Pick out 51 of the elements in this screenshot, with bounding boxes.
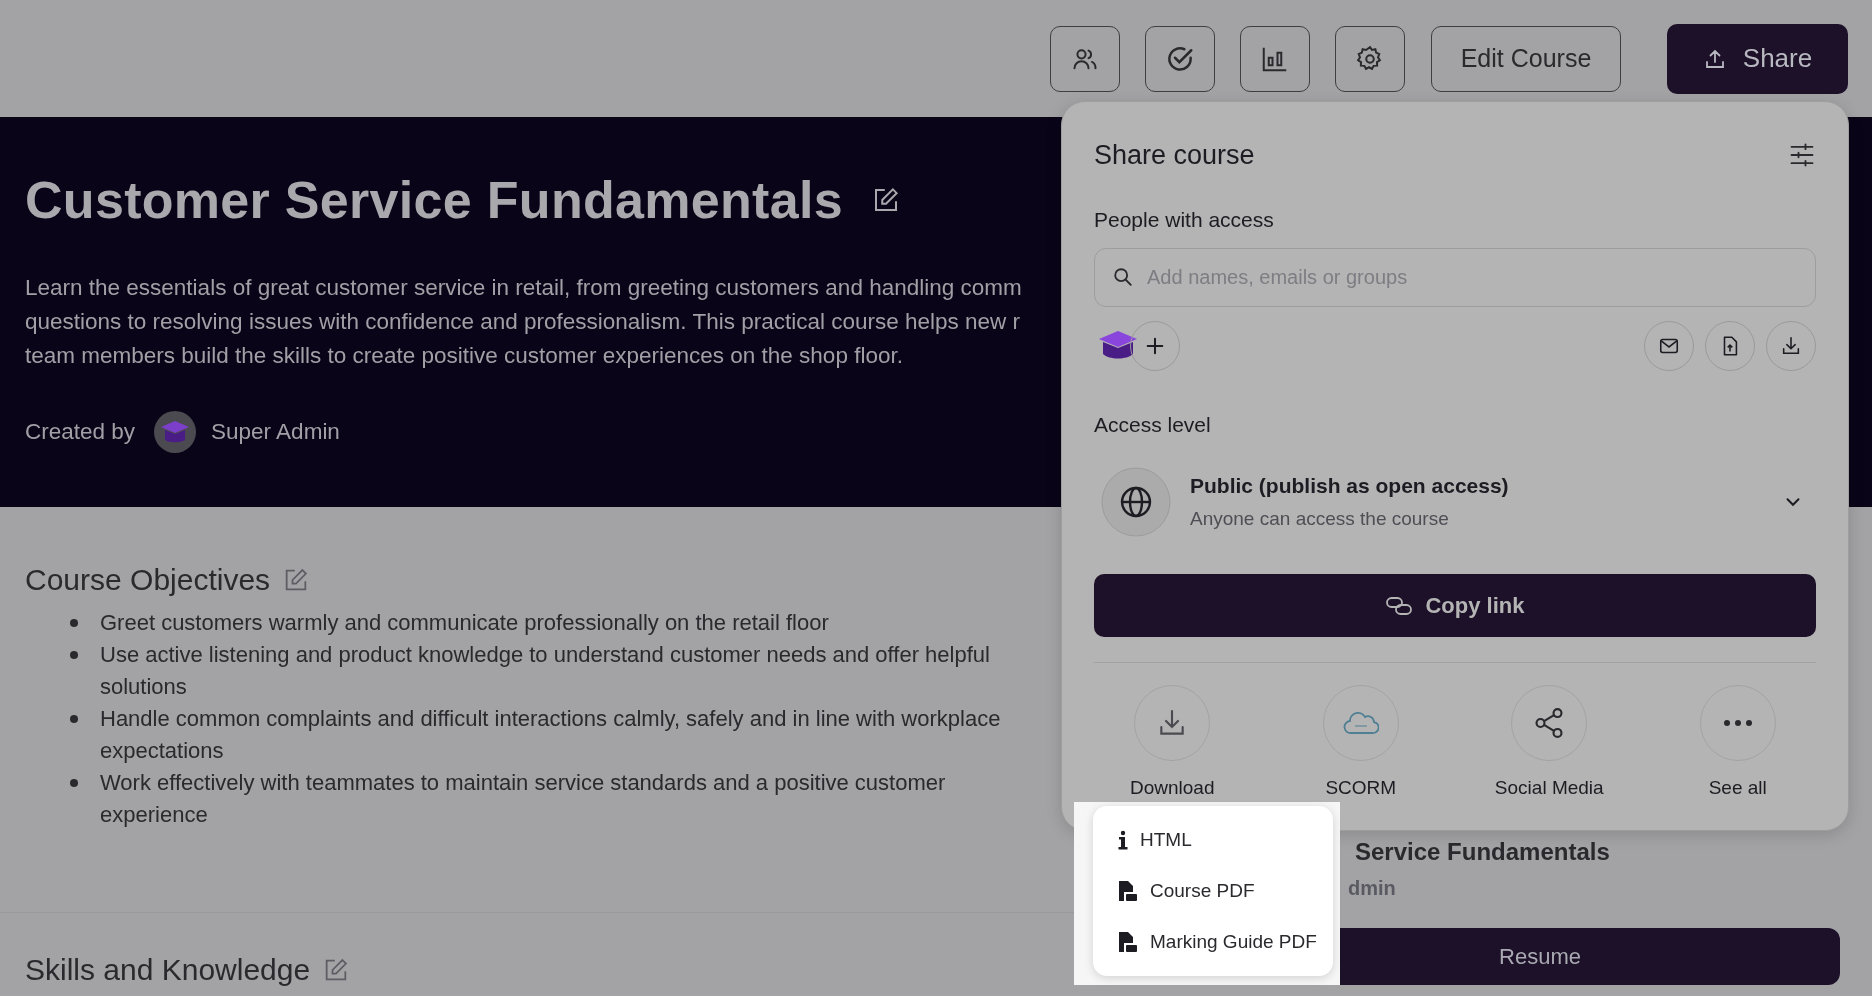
- option-label: See all: [1708, 776, 1767, 800]
- info-icon: [1118, 829, 1128, 850]
- created-by-label: Created by: [25, 419, 136, 445]
- copy-link-button[interactable]: Copy link: [1094, 574, 1816, 637]
- more-icon: [1722, 719, 1753, 727]
- author-name: Super Admin: [211, 419, 340, 445]
- section-heading: Skills and Knowledge: [25, 953, 311, 987]
- email-button[interactable]: [1644, 321, 1694, 371]
- pdf-file-icon: [1118, 879, 1138, 902]
- download-button[interactable]: [1766, 321, 1816, 371]
- search-icon: [1112, 266, 1134, 288]
- people-heading: People with access: [1094, 207, 1275, 233]
- cloud-icon: [1342, 710, 1379, 736]
- access-subtitle: Anyone can access the course: [1190, 507, 1450, 531]
- option-label: Social Media: [1494, 776, 1604, 800]
- access-heading: Access level: [1094, 412, 1212, 438]
- card-title: Service Fundamentals: [1355, 837, 1610, 867]
- panel-title: Share course: [1094, 139, 1255, 171]
- add-person-button[interactable]: [1130, 321, 1180, 371]
- course-title: Customer Service Fundamentals: [25, 170, 843, 230]
- download-icon: [1780, 335, 1802, 357]
- menu-item[interactable]: HTML: [1093, 814, 1333, 865]
- sliders-icon[interactable]: [1788, 141, 1816, 169]
- avatar-icon: [153, 410, 198, 454]
- settings-button[interactable]: [1335, 25, 1405, 92]
- bullet-icon: [70, 715, 78, 723]
- file-upload-button[interactable]: [1705, 321, 1755, 371]
- link-icon: [1385, 594, 1414, 617]
- access-level-select[interactable]: Public (publish as open access) Anyone can access the course: [1094, 467, 1816, 537]
- access-title: Public (publish as open access): [1190, 473, 1510, 499]
- pdf-file-icon: [1118, 930, 1138, 953]
- objective-text: Greet customers warmly and communicate professionally on the retail floor: [100, 609, 830, 637]
- globe-icon: [1101, 467, 1171, 537]
- users-button[interactable]: [1050, 25, 1120, 92]
- check-button[interactable]: [1145, 25, 1215, 92]
- section-heading: Course Objectives: [25, 563, 271, 597]
- edit-course-button[interactable]: Edit Course: [1431, 25, 1621, 92]
- plus-icon: [1144, 335, 1166, 357]
- menu-item[interactable]: Course PDF: [1093, 865, 1333, 916]
- objective-text: Work effectively with teammates to maintain service standards and a positive customer experience: [100, 769, 947, 829]
- bullet-icon: [70, 619, 78, 627]
- bullet-icon: [70, 651, 78, 659]
- share-button[interactable]: Share: [1667, 23, 1848, 94]
- card-author: dmin: [1348, 876, 1396, 901]
- objective-text: Handle common complaints and difficult interactions calmly, safely and in line with workplace expectations: [100, 705, 1002, 765]
- option-label: Download: [1130, 776, 1215, 800]
- bullet-icon: [70, 779, 78, 787]
- option-label: SCORM: [1325, 776, 1397, 800]
- objective-text: Use active listening and product knowledge to understand customer needs and offer helpful solutions: [100, 641, 991, 701]
- chart-button[interactable]: [1240, 25, 1310, 92]
- course-description: Learn the essentials of great customer service in retail, from greeting customers and handling comm questions to resolving issues with confidence and professionalism. This practical course helps new r team members build the skills to create positive customer experiences on the shop floor.: [25, 274, 1023, 370]
